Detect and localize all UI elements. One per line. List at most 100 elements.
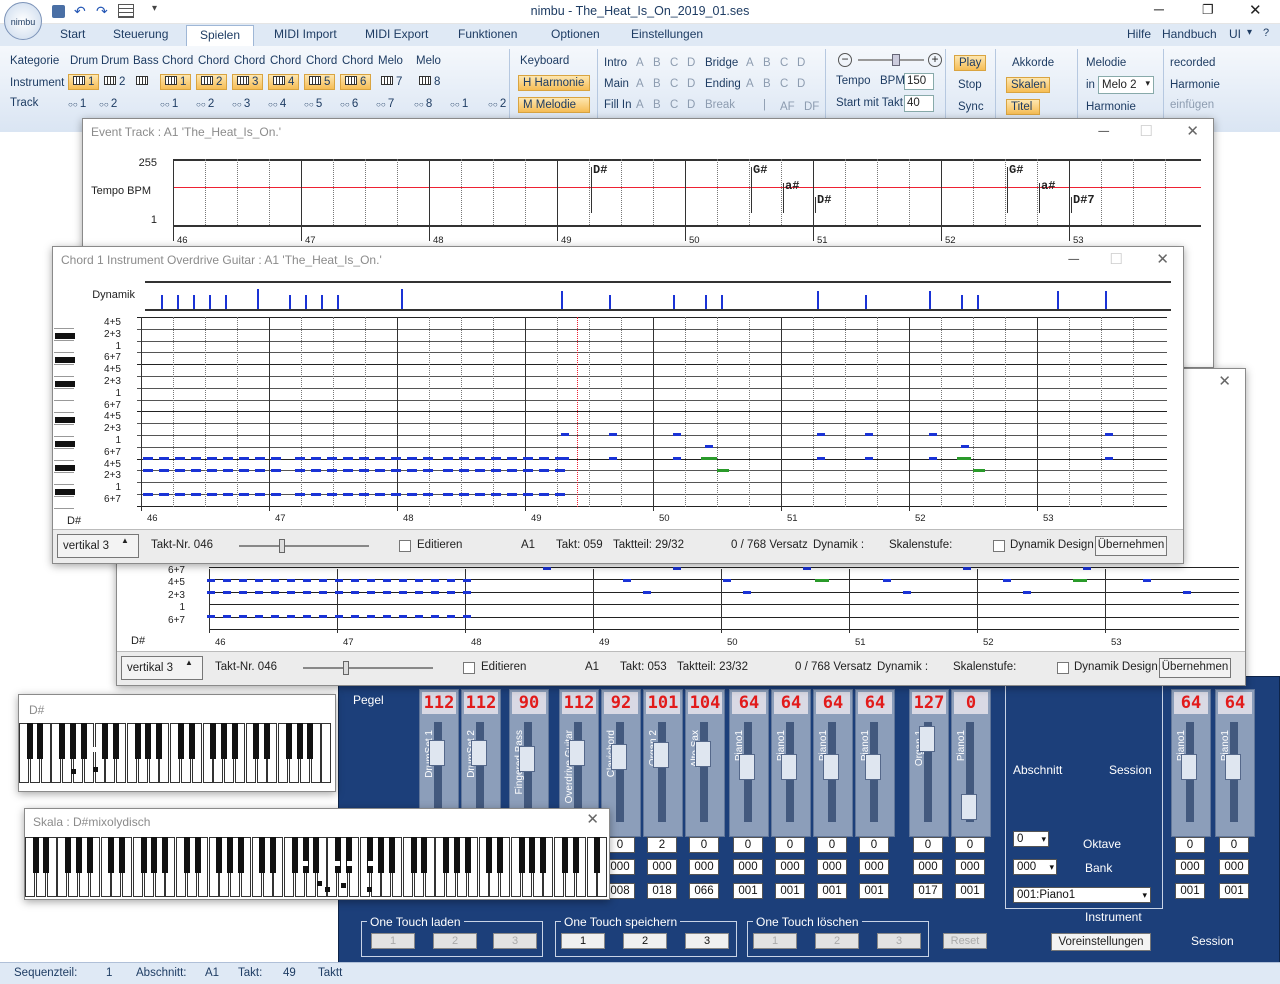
black-key[interactable] [486,837,493,873]
note[interactable] [407,457,417,460]
black-key[interactable] [188,723,195,759]
note[interactable] [239,615,247,618]
mixer-value[interactable]: 017 [913,883,943,899]
fader-track[interactable] [653,722,669,822]
tab-spielen[interactable]: Spielen [186,25,255,46]
note[interactable] [407,469,417,472]
black-key[interactable] [285,723,292,759]
intro-label[interactable]: Intro [604,57,627,69]
melody-note[interactable] [701,457,717,460]
category-0[interactable]: Drum [70,55,98,67]
fader-knob[interactable] [695,741,711,767]
piano-white-key[interactable] [54,461,74,473]
instrument-button-10[interactable]: 8 [414,74,445,90]
ot-loeschen-2[interactable]: 2 [815,933,859,949]
black-key[interactable] [410,837,417,873]
note[interactable] [327,457,337,460]
note[interactable] [1083,567,1091,570]
close-icon[interactable]: ✕ [1156,252,1169,267]
section-0-D[interactable]: D [687,57,695,69]
skalen-button[interactable]: Skalen [1006,77,1050,93]
note[interactable] [271,493,281,496]
note[interactable] [431,615,439,618]
note[interactable] [207,493,217,496]
section-3-D[interactable]: D [797,57,805,69]
piano-white-key[interactable] [54,341,74,353]
tab-midi-import[interactable]: MIDI Import [274,27,337,41]
note[interactable] [383,591,391,594]
fader-knob[interactable] [1225,754,1241,780]
note[interactable] [447,579,455,582]
chord-label[interactable]: G# [753,163,767,177]
ot-laden-1[interactable]: 1 [371,933,415,949]
note[interactable] [375,493,385,496]
black-key[interactable] [529,837,536,873]
black-key[interactable] [210,723,217,759]
fader-knob[interactable] [781,754,797,780]
restore-icon[interactable]: ❐ [1202,2,1214,18]
fader-track[interactable] [1225,722,1241,822]
note[interactable] [929,433,937,436]
note[interactable] [475,457,485,460]
ot-laden-3[interactable]: 3 [493,933,537,949]
note[interactable] [507,457,517,460]
close-icon[interactable]: ✕ [1218,374,1231,389]
mixer-value[interactable]: 0 [1219,837,1249,853]
note[interactable] [383,615,391,618]
section-0-C[interactable]: C [670,57,678,69]
black-key[interactable] [151,837,158,873]
note[interactable] [351,591,359,594]
black-key[interactable] [421,837,428,873]
harmonie-button[interactable]: H Harmonie [518,75,590,91]
black-key[interactable] [108,837,115,873]
note[interactable] [507,493,517,496]
note[interactable] [295,469,305,472]
note[interactable] [335,591,343,594]
tab-start[interactable]: Start [60,27,85,41]
category-2[interactable]: Bass [133,55,159,67]
note[interactable] [303,615,311,618]
fader-track[interactable] [611,722,627,822]
note[interactable] [1183,591,1191,594]
note[interactable] [255,469,265,472]
note[interactable] [443,469,453,472]
note[interactable] [723,579,731,582]
close-icon[interactable]: ✕ [586,812,599,827]
note[interactable] [343,457,353,460]
mixer-value[interactable]: 0 [817,837,847,853]
track-button-3[interactable]: ○○ 1 [160,98,178,110]
tab-funktionen[interactable]: Funktionen [458,27,517,41]
black-key[interactable] [194,837,201,873]
mixer-value[interactable]: 000 [775,859,805,875]
bpm-input[interactable]: 150 [904,73,934,90]
note[interactable] [343,469,353,472]
note[interactable] [539,493,549,496]
black-key[interactable] [264,723,271,759]
note[interactable] [239,469,249,472]
fader-track[interactable] [919,722,935,822]
mixer-value[interactable]: 000 [647,859,677,875]
note[interactable] [865,433,873,436]
note[interactable] [367,579,375,582]
note[interactable] [223,615,231,618]
mixer-value[interactable]: 001 [775,883,805,899]
instrument-button-9[interactable]: 7 [376,74,407,90]
note[interactable] [961,445,969,448]
note[interactable] [255,615,263,618]
editieren-checkbox[interactable] [463,662,475,674]
note[interactable] [295,493,305,496]
mixer-value[interactable]: 001 [1219,883,1249,899]
akkorde-button[interactable]: Akkorde [1012,57,1054,69]
dynamik-lane[interactable] [145,281,1171,311]
black-key[interactable] [464,837,471,873]
fader-knob[interactable] [569,740,585,766]
note[interactable] [423,469,433,472]
note[interactable] [523,469,533,472]
takt-slider[interactable] [239,539,369,553]
note[interactable] [239,579,247,582]
note[interactable] [367,591,375,594]
black-key[interactable] [540,837,547,873]
mixer-value[interactable]: 0 [775,837,805,853]
fader-knob[interactable] [919,726,935,752]
note[interactable] [459,469,469,472]
